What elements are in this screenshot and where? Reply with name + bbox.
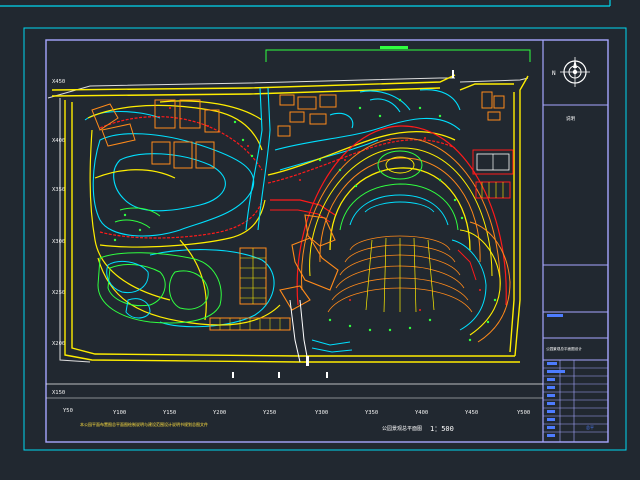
site-plan [47, 46, 531, 378]
svg-text:X350: X350 [52, 187, 65, 193]
tree-markers [113, 98, 497, 342]
title-block-entries [547, 314, 565, 437]
svg-text:Y150: Y150 [163, 410, 176, 416]
x-axis-labels: Y50 Y100 Y150 Y200 Y250 Y300 Y350 Y400 Y… [63, 408, 530, 416]
scale-text: 1：500 [430, 425, 454, 433]
svg-text:X150: X150 [52, 390, 65, 396]
seating-dividers [365, 237, 435, 313]
north-label: N [552, 70, 556, 77]
title-block-note-label: 说明 [566, 115, 575, 122]
svg-text:X250: X250 [52, 290, 65, 296]
svg-text:Y300: Y300 [315, 410, 328, 416]
svg-text:Y450: Y450 [465, 410, 478, 416]
west-lake [84, 111, 275, 328]
cad-drawing-canvas: N 说明 公园景观总平面图设计 总平 X450 X400 X350 X300 X… [0, 0, 627, 451]
svg-text:X300: X300 [52, 239, 65, 245]
entrance-markers [232, 70, 454, 378]
southwest-parking [209, 247, 291, 331]
drawing-notes: 本公园平面布置图总平面图绘制说明与建设范围设计说明书规划总图文件 [80, 421, 208, 427]
svg-text:Y350: Y350 [365, 410, 378, 416]
north-arrow-icon [560, 57, 590, 87]
central-buildings [279, 214, 339, 311]
svg-text:Y100: Y100 [113, 410, 126, 416]
svg-text:Y400: Y400 [415, 410, 428, 416]
svg-text:Y500: Y500 [517, 410, 530, 416]
svg-text:X200: X200 [52, 341, 65, 347]
north-centre-buildings [277, 91, 505, 137]
svg-text:Y50: Y50 [63, 408, 73, 414]
west-planting [97, 207, 222, 324]
title-block-drawing-no: 总平 [586, 424, 594, 430]
east-courts [472, 149, 514, 199]
bottom-grid-lines [46, 383, 543, 399]
north-boundary-marker [265, 46, 531, 62]
plan-title: 公园景观总平面图 [382, 425, 422, 432]
south-entrance [289, 299, 353, 363]
inner-drawing-frame [45, 39, 609, 443]
north-river [245, 87, 461, 231]
svg-text:Y250: Y250 [263, 410, 276, 416]
title-block-project-name: 公园景观总平面图设计 [546, 346, 582, 351]
y-axis-labels: X450 X400 X350 X300 X250 X200 X150 [52, 79, 65, 396]
svg-text:Y200: Y200 [213, 410, 226, 416]
svg-text:X450: X450 [52, 79, 65, 85]
svg-text:X400: X400 [52, 138, 65, 144]
